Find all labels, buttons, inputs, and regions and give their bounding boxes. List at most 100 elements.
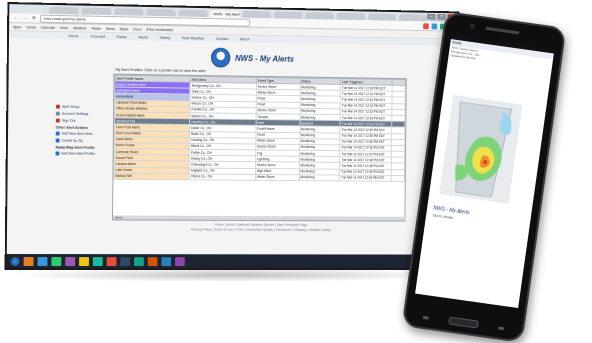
taskbar-app-icon[interactable] <box>174 256 185 266</box>
extension-icon[interactable] <box>423 22 429 29</box>
table-row[interactable]: Backup Site Clinton Co., OH Winter Storm Mo… <box>113 173 405 182</box>
taskbar-app-icon[interactable] <box>65 256 76 266</box>
taskbar: 12:40 PM <box>6 254 456 269</box>
table-cell: Clinton Co., OH <box>189 173 256 181</box>
site-nav-item[interactable]: Contact <box>216 36 229 40</box>
phone-subtitle: Tap for details <box>431 213 454 221</box>
alerts-panel: Alert Profile Name Alert Area Event Type St… <box>111 73 407 222</box>
browser-tab[interactable] <box>242 10 272 19</box>
site-nav-item[interactable]: Home <box>69 34 79 38</box>
taskbar-app-icon[interactable] <box>23 256 34 266</box>
table-cell: Tue Mar 14 2017 12:40 PM EDT <box>339 174 391 182</box>
browser-window: NWS - My Alerts – □ × ← → ⟳ nws.noaa.gov… <box>4 2 460 271</box>
page-footer: Home | About | National Weather Service … <box>145 223 375 234</box>
table-cell: Monitoring <box>298 174 340 181</box>
browser-tab[interactable] <box>178 9 208 18</box>
taskbar-app-icon[interactable] <box>134 256 144 266</box>
browser-tab[interactable] <box>398 14 428 22</box>
site-nav-item[interactable]: About <box>240 37 250 41</box>
browser-tab[interactable] <box>114 8 144 16</box>
bookmark-item[interactable]: Gmail <box>26 25 35 29</box>
browser-tab[interactable] <box>273 11 303 19</box>
site-nav-item[interactable]: Forecast <box>90 34 105 38</box>
table-cell: Backup Site <box>113 173 190 180</box>
taskbar-app-icon[interactable] <box>120 256 131 266</box>
browser-tab[interactable] <box>49 6 79 15</box>
back-key[interactable] <box>497 326 505 331</box>
monitor-shadow <box>10 268 450 282</box>
table-cell <box>390 175 405 182</box>
bookmark-item[interactable]: Calendar <box>41 25 56 29</box>
sidebar-link[interactable]: Add New Alert Profile <box>55 151 110 156</box>
footer-legal-links[interactable]: Privacy Policy | Terms of Use | FOIA | I… <box>145 227 375 233</box>
taskbar-app-icon[interactable] <box>161 256 172 266</box>
site-nav-item[interactable]: Safety <box>160 35 171 39</box>
start-button[interactable] <box>10 256 20 266</box>
bookmark-item[interactable]: Docs <box>133 27 141 31</box>
browser-tab[interactable] <box>336 12 366 21</box>
sidebar-item-label: Alert Setup <box>61 104 80 109</box>
noaa-logo-icon <box>210 47 231 68</box>
minimize-icon[interactable]: – <box>426 13 436 20</box>
browser-tab[interactable]: NWS - My Alerts <box>210 10 240 18</box>
taskbar-app-icon[interactable] <box>147 256 158 266</box>
speaker-icon <box>485 26 520 35</box>
forward-icon[interactable]: → <box>22 15 28 21</box>
page-header: NWS - My Alerts <box>210 47 295 69</box>
bookmark-item[interactable]: Weather <box>73 26 86 30</box>
panel-footer: Alerts <box>112 215 407 221</box>
browser-tab[interactable] <box>146 8 176 17</box>
extension-icon[interactable] <box>431 22 438 29</box>
phone-screen: Radar Alert: Severe Storm Montgomery Co.… <box>415 34 555 309</box>
taskbar-app-icon[interactable] <box>51 256 62 266</box>
add-icon <box>55 138 60 143</box>
sidebar-group-heading: Other Alert Actions <box>55 125 89 130</box>
recent-apps-key[interactable] <box>422 315 430 320</box>
alerts-table: Alert Profile Name Alert Area Event Type St… <box>113 75 406 182</box>
radar-map[interactable] <box>439 94 523 204</box>
browser-tab[interactable] <box>305 12 334 20</box>
bookmark-item[interactable]: Apps <box>13 25 21 29</box>
taskbar-app-icon[interactable] <box>106 256 117 266</box>
bookmark-item[interactable]: News <box>106 26 115 30</box>
sidebar-item[interactable]: Account Settings <box>55 111 111 117</box>
page-body: NWS - My Alerts My Alert Profiles: Click… <box>6 38 458 255</box>
table-cell: Winter Storm <box>255 174 300 181</box>
bookmark-item[interactable]: Radar <box>91 26 101 30</box>
add-icon <box>55 131 60 136</box>
sidebar-link-label: Create by Zip <box>61 138 83 143</box>
sidebar-item-icon <box>55 104 60 109</box>
sidebar-link[interactable]: Add New Alert Area <box>55 131 111 137</box>
bookmark-item[interactable]: Maps <box>120 27 129 31</box>
sidebar-item-label: Account Settings <box>61 111 89 116</box>
bookmark-item[interactable]: Other bookmarks <box>146 27 173 31</box>
sidebar-item-icon <box>55 111 60 116</box>
taskbar-app-icon[interactable] <box>37 256 48 266</box>
site-nav-item[interactable]: Alerts <box>139 35 149 39</box>
site-nav-item[interactable]: Radar <box>117 35 127 39</box>
sidebar-item[interactable]: Alert Setup <box>55 104 111 110</box>
instruction-text: My Alert Profiles: Click on a profile ro… <box>115 67 207 74</box>
browser-tab[interactable] <box>367 13 397 21</box>
sidebar-group-heading: Radar/Map Alert Profile <box>55 145 95 150</box>
add-icon <box>55 151 60 156</box>
taskbar-app-icon[interactable] <box>92 256 103 266</box>
sidebar-link-label: Add New Alert Area <box>61 131 93 136</box>
sidebar-item-label: Sign Out <box>61 118 76 123</box>
page-title: NWS - My Alerts <box>235 53 295 64</box>
sidebar-item-icon <box>55 118 60 123</box>
site-nav-item[interactable]: Past Weather <box>182 36 204 40</box>
sidebar-link-label: Add New Alert Profile <box>61 151 95 156</box>
taskbar-app-icon[interactable] <box>79 256 89 266</box>
reload-icon[interactable]: ⟳ <box>31 15 37 21</box>
browser-tab[interactable] <box>81 7 112 16</box>
sidebar-link[interactable]: Create by Zip <box>55 138 111 144</box>
bookmark-item[interactable]: Drive <box>60 26 68 30</box>
camera-icon <box>469 23 476 30</box>
monitor: NWS - My Alerts – □ × ← → ⟳ nws.noaa.gov… <box>4 2 460 271</box>
sidebar-item[interactable]: Sign Out <box>55 118 111 124</box>
sidebar: Alert Setup Account Settings Sign Out Other… <box>55 104 111 159</box>
back-icon[interactable]: ← <box>13 15 19 21</box>
maximize-icon[interactable]: □ <box>437 13 446 20</box>
home-button[interactable] <box>448 316 479 329</box>
